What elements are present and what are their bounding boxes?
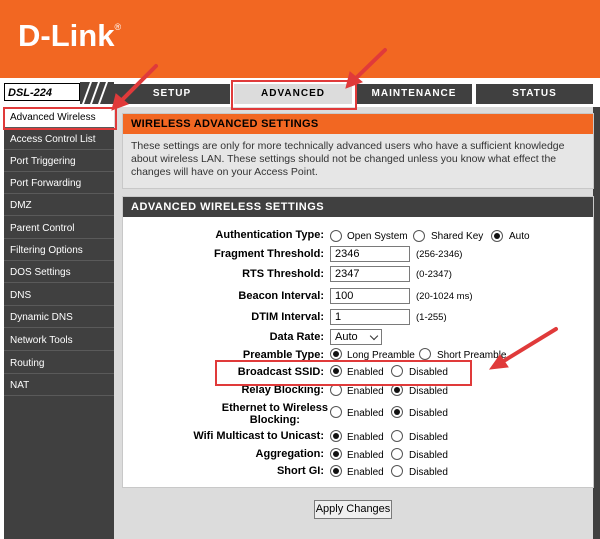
arrow-advanced-tab [352, 48, 387, 82]
arrow-advanced-wireless [118, 64, 158, 104]
arrow-broadcast-ssid [500, 327, 558, 364]
annotation-arrows [111, 48, 558, 370]
